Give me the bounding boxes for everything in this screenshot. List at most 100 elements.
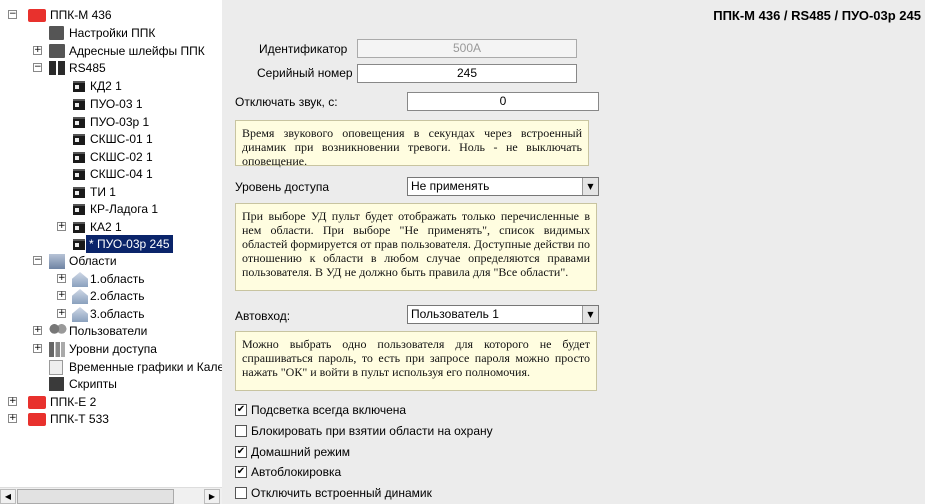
checkbox-box[interactable] xyxy=(235,487,247,499)
mute-hint: Время звукового оповещения в секундах че… xyxy=(235,120,589,168)
device-icon xyxy=(73,117,85,128)
expand-icon[interactable]: + xyxy=(33,344,42,353)
expand-icon[interactable]: + xyxy=(57,274,66,283)
tree-node-label: Адресные шлейфы ППК xyxy=(69,44,205,58)
tree-node-rs485[interactable]: − RS485 xyxy=(0,59,220,77)
expand-icon[interactable]: + xyxy=(57,291,66,300)
checkbox-box[interactable] xyxy=(235,425,247,437)
tree-node-label: СКШС-04 1 xyxy=(90,167,153,181)
identifier-label: Идентификатор xyxy=(259,42,348,56)
tree-node-label: Скрипты xyxy=(69,377,117,391)
collapse-icon[interactable]: − xyxy=(33,256,42,265)
house-icon xyxy=(72,289,88,304)
tree-node-device-selected[interactable]: * ПУО-03р 245 xyxy=(0,235,220,253)
tree-node-label: Временные графики и Кале xyxy=(69,360,222,374)
access-level-hint: При выборе УД пульт будет отображать тол… xyxy=(235,203,597,291)
tree-node-label: ППК-Е 2 xyxy=(50,395,97,409)
tree-node-access-levels[interactable]: + Уровни доступа xyxy=(0,340,220,358)
collapse-icon[interactable]: − xyxy=(33,63,42,72)
checkbox-box[interactable]: ✔ xyxy=(235,446,247,458)
tree-node-device[interactable]: + КА2 1 xyxy=(0,218,220,236)
controller-icon xyxy=(28,396,46,409)
tree-node-device[interactable]: ПУО-03р 1 xyxy=(0,113,220,131)
tree-node-area[interactable]: + 3.область xyxy=(0,305,220,323)
tree-node-area[interactable]: + 1.область xyxy=(0,270,220,288)
tree-node-device[interactable]: КД2 1 xyxy=(0,77,220,95)
tree-node-ppk-m-436[interactable]: − ППК-М 436 xyxy=(0,6,220,24)
device-icon xyxy=(73,134,85,145)
tree-node-area[interactable]: + 2.область xyxy=(0,287,220,305)
device-icon xyxy=(73,99,85,110)
tree-node-label: СКШС-01 1 xyxy=(90,132,153,146)
calendar-icon xyxy=(49,360,63,375)
checkbox-label: Домашний режим xyxy=(251,445,351,459)
tree-node-device[interactable]: СКШС-04 1 xyxy=(0,165,220,183)
tree-node-label: ТИ 1 xyxy=(90,185,116,199)
device-icon xyxy=(73,204,85,215)
users-icon xyxy=(49,324,67,338)
expand-icon[interactable]: + xyxy=(57,222,66,231)
device-icon xyxy=(73,187,85,198)
identifier-field: 500A xyxy=(357,39,577,58)
house-icon xyxy=(72,272,88,287)
script-icon xyxy=(49,377,64,391)
tree-node-ppk-e-2[interactable]: + ППК-Е 2 xyxy=(0,393,220,411)
device-icon xyxy=(73,169,85,180)
checkbox-box[interactable]: ✔ xyxy=(235,404,247,416)
expand-icon[interactable]: + xyxy=(33,326,42,335)
mute-label: Отключать звук, с: xyxy=(235,95,338,109)
tree-node-label: КД2 1 xyxy=(90,79,122,93)
tree-node-address-loops[interactable]: + Адресные шлейфы ППК xyxy=(0,42,220,60)
tree-horizontal-scrollbar[interactable]: ◀ ▶ xyxy=(0,487,222,504)
tree-node-ppk-t-533[interactable]: + ППК-Т 533 xyxy=(0,410,220,428)
house-icon xyxy=(72,307,88,322)
tree-node-device[interactable]: ПУО-03 1 xyxy=(0,95,220,113)
tree-node-label: ПУО-03р 1 xyxy=(90,115,150,129)
settings-icon xyxy=(49,26,64,40)
access-level-label: Уровень доступа xyxy=(235,180,330,194)
tree-node-label: КА2 1 xyxy=(90,220,122,234)
expand-icon[interactable]: + xyxy=(8,414,17,423)
collapse-icon[interactable]: − xyxy=(8,10,17,19)
scroll-left-icon[interactable]: ◀ xyxy=(0,489,16,504)
tree-node-label: 2.область xyxy=(90,289,145,303)
expand-icon[interactable]: + xyxy=(57,309,66,318)
access-level-select[interactable]: Не применять ▼ xyxy=(407,177,599,196)
device-icon xyxy=(73,81,85,92)
autologin-hint: Можно выбрать одно пользователя для кото… xyxy=(235,331,597,391)
mute-seconds-field[interactable]: 0 xyxy=(407,92,599,111)
tree-node-label: Пользователи xyxy=(69,324,148,338)
tree-node-device[interactable]: СКШС-01 1 xyxy=(0,130,220,148)
tree-node-device[interactable]: ТИ 1 xyxy=(0,183,220,201)
tree-node-label: 3.область xyxy=(90,307,145,321)
tree-node-areas[interactable]: − Области xyxy=(0,252,220,270)
checkbox-label: Отключить встроенный динамик xyxy=(251,486,432,500)
tree-node-label: ПУО-03 1 xyxy=(90,97,143,111)
tree-node-label: Области xyxy=(69,254,117,268)
tree-node-label: ППК-Т 533 xyxy=(50,412,109,426)
expand-icon[interactable]: + xyxy=(33,46,42,55)
tree-node-users[interactable]: + Пользователи xyxy=(0,322,220,340)
properties-panel: ППК-М 436 / RS485 / ПУО-03р 245 Идентифи… xyxy=(222,0,925,504)
checkbox-box[interactable]: ✔ xyxy=(235,466,247,478)
autologin-label: Автовход: xyxy=(235,309,291,323)
breadcrumb: ППК-М 436 / RS485 / ПУО-03р 245 xyxy=(713,8,921,23)
chevron-down-icon[interactable]: ▼ xyxy=(582,178,598,195)
tree-node-device[interactable]: КР-Ладога 1 xyxy=(0,200,220,218)
tree-node-label: RS485 xyxy=(69,61,106,75)
checkbox-label: Блокировать при взятии области на охрану xyxy=(251,424,493,438)
serial-number-field[interactable]: 245 xyxy=(357,64,577,83)
controller-icon xyxy=(28,413,46,426)
expand-icon[interactable]: + xyxy=(8,397,17,406)
tree-node-device[interactable]: СКШС-02 1 xyxy=(0,148,220,166)
checkbox-label: Автоблокировка xyxy=(251,465,342,479)
chevron-down-icon[interactable]: ▼ xyxy=(582,306,598,323)
device-tree[interactable]: − ППК-М 436 Настройки ППК + Адресные шле… xyxy=(0,0,222,504)
autologin-value: Пользователь 1 xyxy=(411,307,499,321)
scrollbar-thumb[interactable] xyxy=(17,489,174,504)
scroll-right-icon[interactable]: ▶ xyxy=(204,489,220,504)
tree-node-schedules[interactable]: Временные графики и Кале xyxy=(0,358,222,376)
tree-node-settings[interactable]: Настройки ППК xyxy=(0,24,220,42)
tree-node-scripts[interactable]: Скрипты xyxy=(0,375,220,393)
autologin-select[interactable]: Пользователь 1 ▼ xyxy=(407,305,599,324)
